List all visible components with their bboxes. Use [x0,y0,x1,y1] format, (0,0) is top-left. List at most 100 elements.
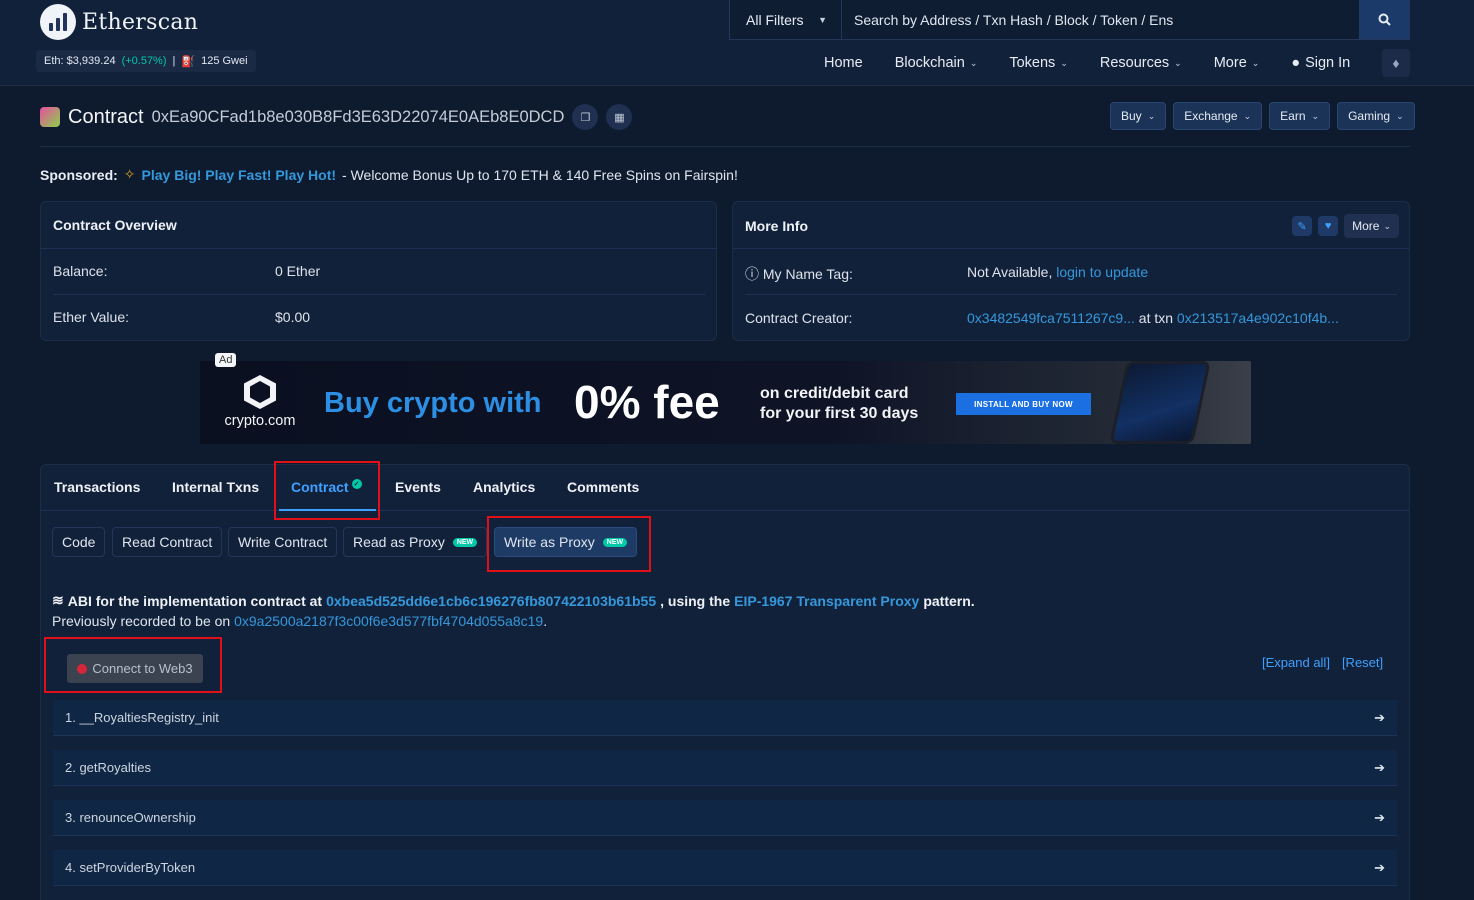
subtab-read-as-proxy-label: Read as Proxy [353,534,445,550]
reset-link[interactable]: [Reset] [1342,655,1383,670]
crypto-com-logo-icon [244,375,276,409]
magic-wand-icon: ✎ [1297,220,1307,233]
buy-label: Buy [1121,109,1142,123]
etherscan-logo[interactable]: Etherscan [40,4,198,40]
gas-price[interactable]: 125 Gwei [201,55,247,67]
site-header: Etherscan Eth: $3,939.24 (+0.57%) | ⛽ 12… [0,0,1474,86]
gaming-button[interactable]: Gaming ⌄ [1337,102,1415,130]
arrow-right-icon: ➔ [1374,859,1385,875]
chevron-down-icon: ⌄ [1060,57,1068,68]
tab-events[interactable]: Events [395,479,441,495]
tab-internal-txns[interactable]: Internal Txns [172,479,259,495]
more-dropdown-label: More [1352,219,1380,233]
subtab-read-as-proxy[interactable]: Read as Proxy NEW [343,527,488,557]
highlight-box-write-as-proxy [487,516,651,572]
subtab-read-contract[interactable]: Read Contract [112,527,223,557]
previous-address-link[interactable]: 0x9a2500a2187f3c00f6e3d577fbf4704d055a8c… [234,613,543,629]
search-filter-select[interactable]: All Filters ▼ [730,0,842,39]
expand-all-link[interactable]: [Expand all] [1262,655,1330,670]
subtab-write-contract[interactable]: Write Contract [228,527,338,557]
search-button[interactable] [1359,0,1409,39]
ad-brand-name: crypto.com [224,413,296,429]
ad-subtext: on credit/debit card for your first 30 d… [760,384,960,424]
ad-headline: Buy crypto with [324,387,542,419]
eth-price-bar: Eth: $3,939.24 (+0.57%) | ⛽ 125 Gwei [36,50,256,72]
ad-tag: Ad [215,353,237,367]
function-row[interactable]: 1. __RoyaltiesRegistry_init ➔ [53,700,1397,736]
heart-icon: ♥ [1324,220,1332,232]
previous-implementation-info: Previously recorded to be on 0x9a2500a21… [52,613,547,629]
nav-blockchain-label: Blockchain [894,55,965,71]
main-nav: Home Blockchain ⌄ Tokens ⌄ Resources ⌄ More… [808,50,1366,76]
chevron-down-icon: ⌄ [1147,110,1156,121]
function-row[interactable]: 4. setProviderByToken ➔ [53,850,1397,886]
search-bar: All Filters ▼ [729,0,1410,40]
contract-title: Contract 0xEa90CFad1b8e030B8Fd3E63D22074… [40,104,633,130]
divider [53,294,705,295]
implementation-address-link[interactable]: 0xbea5d525dd6e1cb6c196276fb807422103b61b… [326,593,656,609]
ethereum-icon: ♦ [1392,55,1400,71]
more-dropdown[interactable]: More ⌄ [1344,214,1399,238]
name-tag-value-row: Not Available, login to update [967,264,1148,280]
sign-in-link[interactable]: ● Sign In [1275,55,1366,71]
earn-button[interactable]: Earn ⌄ [1269,102,1331,130]
name-tag-value: Not Available, [967,264,1053,280]
ad-brand-logo: crypto.com [218,375,302,429]
nav-tokens[interactable]: Tokens ⌄ [993,55,1084,71]
nav-more[interactable]: More ⌄ [1198,55,1276,71]
nav-resources[interactable]: Resources ⌄ [1084,55,1198,71]
nav-home[interactable]: Home [808,55,879,71]
more-info-title: More Info [745,218,808,234]
chevron-down-icon: ▼ [818,14,827,25]
eip-1967-link[interactable]: EIP-1967 Transparent Proxy [734,593,919,609]
ad-cta-button[interactable]: INSTALL AND BUY NOW [956,393,1091,415]
edit-tag-button[interactable]: ✎ [1292,216,1313,236]
chevron-down-icon: ⌄ [1251,57,1260,68]
highlight-box-connect [44,637,222,693]
user-icon: ● [1291,55,1301,71]
logo-text: Etherscan [82,9,199,35]
layers-icon: ≋ [52,592,64,608]
tab-comments[interactable]: Comments [567,479,639,495]
ethereum-network-button[interactable]: ♦ [1382,49,1410,77]
arrow-right-icon: ➔ [1374,709,1385,725]
tab-bar: Transactions Internal Txns Contract ✓ Eve… [41,465,1409,511]
advertisement-banner[interactable]: crypto.com Buy crypto with 0% fee on cre… [200,361,1251,444]
chevron-down-icon: ⌄ [1174,57,1182,68]
tab-analytics[interactable]: Analytics [473,479,535,495]
function-name: 2. getRoyalties [65,760,151,775]
ad-big-text: 0% fee [574,376,720,428]
ether-value: $0.00 [275,309,311,325]
balance-label: Balance: [53,263,108,279]
creator-txn-link[interactable]: 0x213517a4e902c10f4b... [1177,310,1339,326]
function-row[interactable]: 2. getRoyalties ➔ [53,750,1397,786]
gaming-label: Gaming [1348,109,1391,123]
arrow-right-icon: ➔ [1374,809,1385,825]
copy-address-button[interactable]: ❐ [572,104,599,130]
divider [733,248,1409,249]
sponsor-link[interactable]: Play Big! Play Fast! Play Hot! [142,167,337,183]
search-input[interactable] [842,0,1359,39]
qr-code-button[interactable]: ▦ [606,104,633,130]
sign-in-label: Sign In [1305,55,1351,71]
favorite-button[interactable]: ♥ [1318,216,1339,236]
sponsor-icon: ✧ [123,166,136,182]
creator-address-link[interactable]: 0x3482549fca7511267c9... [967,310,1135,326]
exchange-button[interactable]: Exchange ⌄ [1173,102,1263,130]
more-info-tools: ✎ ♥ More ⌄ [1292,214,1399,238]
function-name: 3. renounceOwnership [65,810,196,825]
creator-label: Contract Creator: [745,310,853,326]
tab-transactions[interactable]: Transactions [54,479,140,495]
chevron-down-icon: ⌄ [969,57,978,68]
nav-tokens-label: Tokens [1009,55,1056,71]
function-row[interactable]: 3. renounceOwnership ➔ [53,800,1397,836]
nav-blockchain[interactable]: Blockchain ⌄ [879,55,994,71]
eth-price-change: (+0.57%) [121,55,167,67]
buy-button[interactable]: Buy ⌄ [1110,102,1167,130]
login-to-update-link[interactable]: login to update [1056,264,1148,280]
contract-actions: Buy ⌄ Exchange ⌄ Earn ⌄ Gaming ⌄ [1110,102,1415,130]
prev-suffix: . [543,613,548,629]
contract-label: Contract [68,105,144,128]
subtab-code[interactable]: Code [52,527,106,557]
eth-price: Eth: $3,939.24 [44,55,116,67]
